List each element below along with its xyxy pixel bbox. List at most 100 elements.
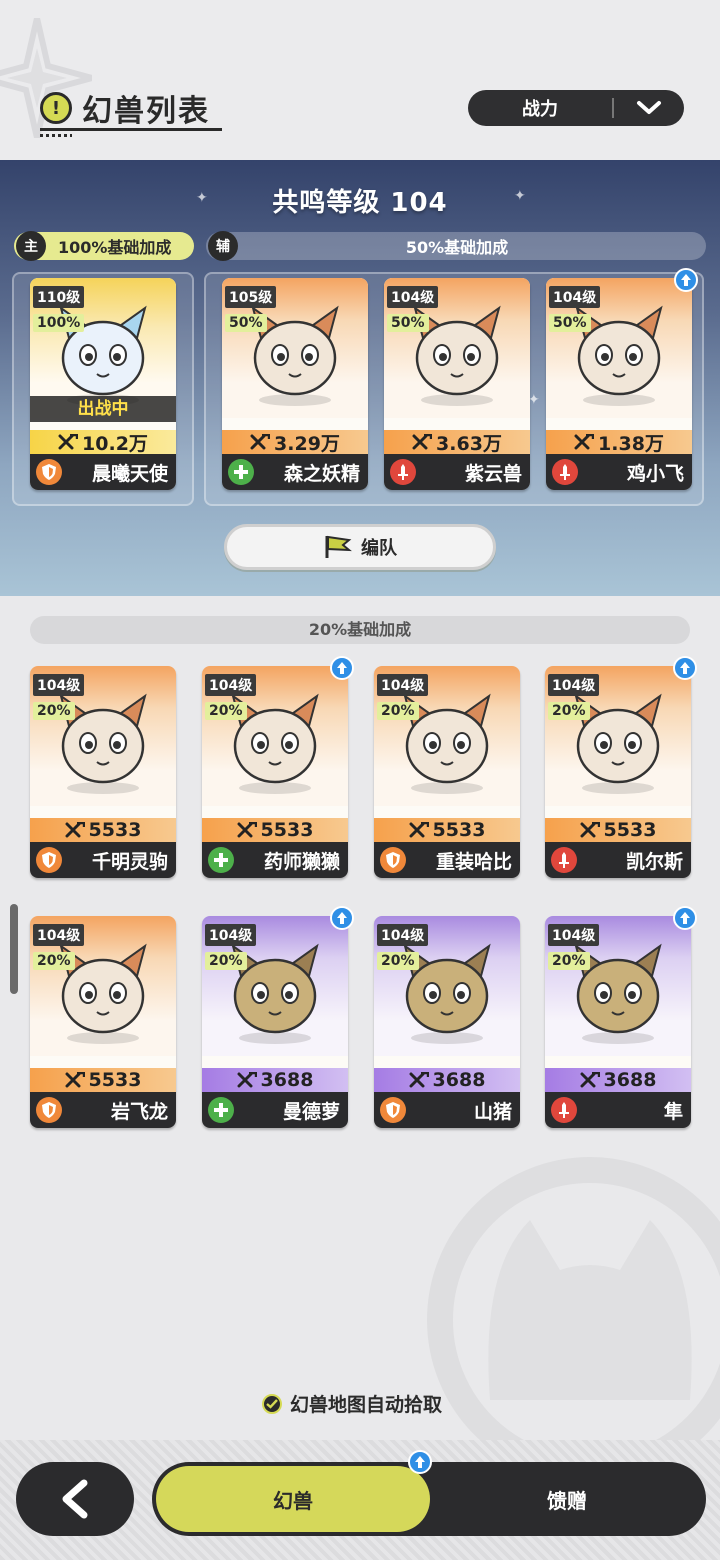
power-value: 3688 bbox=[603, 1069, 657, 1091]
creature-name: 岩飞龙 bbox=[110, 1100, 168, 1123]
name-bar: 紫云兽 bbox=[384, 454, 530, 490]
level-badge: 104级 bbox=[205, 674, 257, 696]
creature-card[interactable]: 104级 20% 5533 药师獭獭 bbox=[202, 666, 348, 878]
power-icon bbox=[574, 434, 595, 450]
creature-card[interactable]: 104级 20% 5533 重装哈比 bbox=[374, 666, 520, 878]
creature-name: 森之妖精 bbox=[283, 462, 360, 485]
power-bar: 5533 bbox=[30, 1068, 176, 1092]
upgrade-icon[interactable] bbox=[673, 906, 697, 930]
power-bar: 5533 bbox=[374, 818, 520, 842]
level-badge: 104级 bbox=[205, 924, 257, 946]
title-dots bbox=[40, 134, 72, 137]
defense-role-icon bbox=[380, 1097, 406, 1123]
creature-name: 凯尔斯 bbox=[625, 850, 683, 873]
creature-name: 鸡小飞 bbox=[626, 462, 684, 485]
power-value: 5533 bbox=[603, 819, 657, 841]
reserve-bonus-label: 20%基础加成 bbox=[30, 616, 690, 644]
creature-card[interactable]: 105级 50% 3.29万 森之妖精 bbox=[222, 278, 368, 490]
formation-button[interactable]: 编队 bbox=[224, 524, 496, 570]
heal-role-icon bbox=[208, 1097, 234, 1123]
creature-card[interactable]: 110级 100% 出战中 10.2万 晨曦天使 bbox=[30, 278, 176, 490]
bonus-percent-badge: 50% bbox=[225, 314, 267, 332]
bonus-percent-badge: 20% bbox=[548, 702, 590, 720]
chevron-down-icon[interactable] bbox=[614, 100, 684, 116]
defense-role-icon bbox=[380, 847, 406, 873]
creature-card[interactable]: 104级 20% 3688 隼 bbox=[545, 916, 691, 1128]
upgrade-icon[interactable] bbox=[673, 656, 697, 680]
chevron-left-icon bbox=[62, 1479, 88, 1519]
creature-card[interactable]: 104级 20% 5533 千明灵驹 bbox=[30, 666, 176, 878]
upgrade-icon[interactable] bbox=[674, 268, 698, 292]
back-button[interactable] bbox=[16, 1462, 134, 1536]
tab-gifts[interactable]: 馈赠 bbox=[452, 1462, 682, 1536]
creature-name: 紫云兽 bbox=[464, 462, 522, 485]
level-badge: 104级 bbox=[33, 924, 85, 946]
creature-card[interactable]: 104级 50% 1.38万 鸡小飞 bbox=[546, 278, 692, 490]
power-bar: 3.63万 bbox=[384, 430, 530, 455]
creature-card[interactable]: 104级 20% 3688 山猪 bbox=[374, 916, 520, 1128]
power-icon bbox=[409, 822, 429, 838]
heal-role-icon bbox=[228, 459, 254, 485]
cat-watermark-icon bbox=[427, 1157, 720, 1450]
upgrade-icon[interactable] bbox=[330, 906, 354, 930]
power-icon bbox=[580, 822, 600, 838]
name-bar: 曼德萝 bbox=[202, 1092, 348, 1128]
power-bar: 5533 bbox=[30, 818, 176, 842]
upgrade-icon bbox=[408, 1450, 432, 1474]
level-badge: 104级 bbox=[548, 674, 600, 696]
power-icon bbox=[58, 434, 79, 450]
creature-card[interactable]: 104级 20% 5533 凯尔斯 bbox=[545, 666, 691, 878]
header: ! 幻兽列表 战力 bbox=[0, 0, 720, 160]
power-value: 3.63万 bbox=[436, 432, 502, 455]
page-title: 幻兽列表 bbox=[82, 94, 210, 129]
power-value: 1.38万 bbox=[598, 432, 664, 455]
name-bar: 森之妖精 bbox=[222, 454, 368, 490]
power-value: 3688 bbox=[432, 1069, 486, 1091]
sub-bonus-label: 50%基础加成 bbox=[405, 238, 509, 257]
tab-creatures[interactable]: 幻兽 bbox=[156, 1466, 430, 1532]
level-badge: 104级 bbox=[377, 674, 429, 696]
creature-name: 山猪 bbox=[473, 1100, 512, 1123]
power-value: 3.29万 bbox=[274, 432, 340, 455]
auto-pick-toggle[interactable]: 幻兽地图自动拾取 bbox=[262, 1390, 442, 1417]
level-badge: 104级 bbox=[548, 924, 600, 946]
power-icon bbox=[250, 434, 271, 450]
level-badge: 104级 bbox=[549, 286, 601, 308]
power-icon bbox=[409, 1072, 429, 1088]
resonance-level-title: 共鸣等级 104 bbox=[272, 188, 448, 218]
title-group: ! 幻兽列表 bbox=[40, 86, 210, 130]
power-icon bbox=[65, 1072, 85, 1088]
check-icon[interactable] bbox=[262, 1393, 282, 1414]
auto-pick-label: 幻兽地图自动拾取 bbox=[290, 1394, 443, 1416]
creature-name: 隼 bbox=[663, 1100, 683, 1123]
level-badge: 104级 bbox=[377, 924, 429, 946]
bonus-percent-badge: 20% bbox=[205, 702, 247, 720]
main-badge: 主 bbox=[16, 231, 46, 261]
scrollbar-thumb[interactable] bbox=[10, 904, 18, 994]
creature-name: 曼德萝 bbox=[282, 1100, 340, 1123]
power-value: 10.2万 bbox=[82, 432, 148, 455]
sub-badge: 辅 bbox=[208, 231, 238, 261]
power-value: 3688 bbox=[260, 1069, 314, 1091]
creature-name: 药师獭獭 bbox=[263, 850, 340, 873]
info-icon[interactable]: ! bbox=[40, 92, 72, 124]
creature-card[interactable]: 104级 20% 5533 岩飞龙 bbox=[30, 916, 176, 1128]
power-bar: 3.29万 bbox=[222, 430, 368, 455]
formation-label: 编队 bbox=[361, 538, 397, 559]
creature-card[interactable]: 104级 50% 3.63万 紫云兽 bbox=[384, 278, 530, 490]
name-bar: 晨曦天使 bbox=[30, 454, 176, 490]
sort-dropdown[interactable]: 战力 bbox=[468, 90, 684, 126]
sub-slot-tag: 辅 50%基础加成 bbox=[206, 231, 706, 261]
name-bar: 凯尔斯 bbox=[545, 842, 691, 878]
power-icon bbox=[412, 434, 433, 450]
bottom-nav: 幻兽 馈赠 bbox=[0, 1440, 720, 1560]
power-value: 5533 bbox=[88, 819, 142, 841]
bonus-percent-badge: 20% bbox=[33, 702, 75, 720]
upgrade-icon[interactable] bbox=[330, 656, 354, 680]
creature-card[interactable]: 104级 20% 3688 曼德萝 bbox=[202, 916, 348, 1128]
flag-icon bbox=[325, 535, 352, 558]
power-icon bbox=[237, 1072, 257, 1088]
defense-role-icon bbox=[36, 459, 62, 485]
power-bar: 5533 bbox=[202, 818, 348, 842]
power-value: 5533 bbox=[432, 819, 486, 841]
